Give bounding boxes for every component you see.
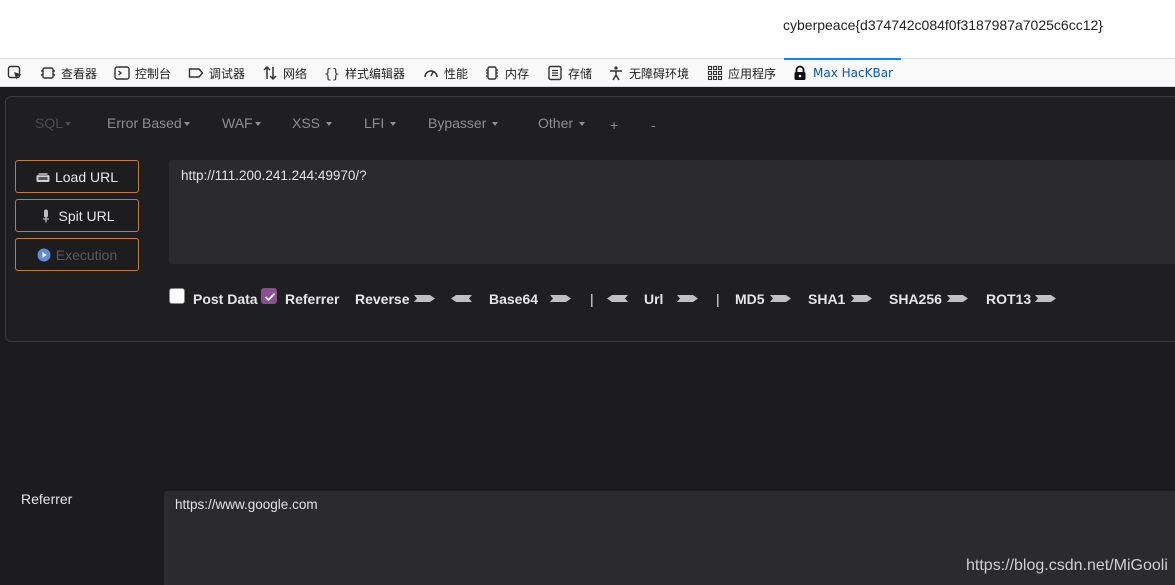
tab-label: 调试器 bbox=[209, 66, 246, 81]
tab-label: 样式编辑器 bbox=[345, 66, 406, 81]
referrer-field-label: Referrer bbox=[21, 491, 73, 507]
execution-button[interactable]: Execution bbox=[15, 238, 139, 271]
arrow-right-icon bbox=[414, 295, 435, 302]
memory-icon bbox=[484, 65, 500, 81]
inspector-icon bbox=[40, 65, 56, 81]
checkmark-icon bbox=[264, 292, 276, 302]
tab-label: 无障碍环境 bbox=[629, 66, 690, 81]
separator: | bbox=[716, 291, 720, 307]
execution-label: Execution bbox=[55, 246, 118, 263]
tab-label: 内存 bbox=[505, 66, 530, 81]
tab-label: 性能 bbox=[444, 66, 469, 81]
style-editor-icon: {} bbox=[324, 65, 340, 82]
menu-add[interactable]: + bbox=[610, 117, 618, 133]
split-url-icon bbox=[39, 209, 53, 223]
arrow-right-icon bbox=[770, 295, 791, 302]
pick-element-icon bbox=[7, 65, 23, 81]
menu-waf[interactable]: WAF bbox=[222, 115, 261, 131]
svg-text:{}: {} bbox=[324, 67, 340, 81]
load-url-button[interactable]: Load URL bbox=[15, 160, 139, 193]
tab-accessibility[interactable]: 无障碍环境 bbox=[608, 59, 689, 87]
hackbar-lock-icon bbox=[792, 65, 808, 81]
arrow-right-icon bbox=[677, 295, 698, 302]
arrow-right-icon bbox=[1035, 295, 1056, 302]
execution-icon bbox=[37, 248, 51, 262]
arrow-left-icon bbox=[607, 295, 628, 302]
tab-label: Max HacKBar bbox=[813, 66, 893, 80]
url-value: http://111.200.241.244:49970/? bbox=[181, 168, 367, 183]
tab-label: 应用程序 bbox=[728, 66, 777, 81]
arrow-right-icon bbox=[947, 295, 968, 302]
menu-other[interactable]: Other bbox=[538, 115, 586, 131]
tab-debugger[interactable]: 调试器 bbox=[188, 59, 245, 87]
storage-icon bbox=[547, 65, 563, 81]
tab-label: 控制台 bbox=[135, 66, 172, 81]
watermark: https://blog.csdn.net/MiGooli bbox=[966, 557, 1168, 574]
tab-label: 查看器 bbox=[61, 66, 98, 81]
arrow-right-icon bbox=[851, 295, 872, 302]
menu-bypasser[interactable]: Bypasser bbox=[428, 115, 499, 131]
split-url-label: Spit URL bbox=[58, 207, 115, 224]
separator: | bbox=[590, 291, 594, 307]
console-icon bbox=[114, 65, 130, 81]
menu-xss[interactable]: XSS bbox=[292, 115, 333, 131]
tab-style-editor[interactable]: {} 样式编辑器 bbox=[324, 59, 405, 87]
arrow-right-icon bbox=[550, 295, 571, 302]
tab-performance[interactable]: 性能 bbox=[423, 59, 468, 87]
post-data-checkbox[interactable] bbox=[169, 288, 185, 304]
tab-inspector[interactable]: 查看器 bbox=[40, 59, 97, 87]
arrow-left-icon bbox=[451, 295, 472, 302]
menu-remove[interactable]: - bbox=[651, 117, 656, 133]
load-url-icon bbox=[36, 170, 50, 184]
url-encode-button[interactable]: Url bbox=[644, 291, 663, 307]
tab-console[interactable]: 控制台 bbox=[114, 59, 171, 87]
web-page-area: cyberpeace{d374742c084f0f3187987a7025c6c… bbox=[0, 0, 1175, 58]
tab-label: 网络 bbox=[283, 66, 308, 81]
tab-network[interactable]: 网络 bbox=[262, 59, 307, 87]
url-textarea[interactable]: http://111.200.241.244:49970/? bbox=[169, 160, 1175, 264]
sha1-button[interactable]: SHA1 bbox=[808, 291, 845, 307]
application-icon bbox=[707, 65, 723, 81]
network-icon bbox=[262, 65, 278, 81]
flag-text: cyberpeace{d374742c084f0f3187987a7025c6c… bbox=[783, 17, 1103, 33]
post-data-label: Post Data bbox=[193, 291, 258, 307]
performance-icon bbox=[423, 65, 439, 81]
base64-button[interactable]: Base64 bbox=[489, 291, 538, 307]
tab-memory[interactable]: 内存 bbox=[484, 59, 529, 87]
rot13-button[interactable]: ROT13 bbox=[986, 291, 1031, 307]
reverse-button[interactable]: Reverse bbox=[355, 291, 410, 307]
menu-lfi[interactable]: LFI bbox=[364, 115, 397, 131]
devtools-toolbar: 查看器 控制台 调试器 网络 {} 样式编辑器 性能 内存 存储 无障碍环境 应… bbox=[0, 58, 1175, 87]
referrer-label: Referrer bbox=[285, 291, 340, 307]
tab-application[interactable]: 应用程序 bbox=[707, 59, 776, 87]
debugger-icon bbox=[188, 65, 204, 81]
tab-pick-element[interactable] bbox=[7, 59, 28, 87]
tab-max-hackbar[interactable]: Max HacKBar bbox=[784, 58, 901, 87]
sha256-button[interactable]: SHA256 bbox=[889, 291, 942, 307]
tab-label: 存储 bbox=[568, 66, 593, 81]
tab-storage[interactable]: 存储 bbox=[547, 59, 592, 87]
load-url-label: Load URL bbox=[54, 168, 119, 185]
options-bar: Post Data Referrer Reverse Base64 | Url … bbox=[169, 288, 1169, 310]
referrer-checkbox[interactable] bbox=[261, 288, 277, 304]
md5-button[interactable]: MD5 bbox=[735, 291, 765, 307]
hackbar-menu: SQL Error Based WAF XSS LFI Bypasser Oth… bbox=[6, 97, 1175, 145]
menu-sql[interactable]: SQL bbox=[35, 115, 72, 131]
menu-error-based[interactable]: Error Based bbox=[107, 115, 190, 131]
accessibility-icon bbox=[608, 65, 624, 81]
referrer-value: https://www.google.com bbox=[175, 497, 318, 512]
split-url-button[interactable]: Spit URL bbox=[15, 199, 139, 232]
